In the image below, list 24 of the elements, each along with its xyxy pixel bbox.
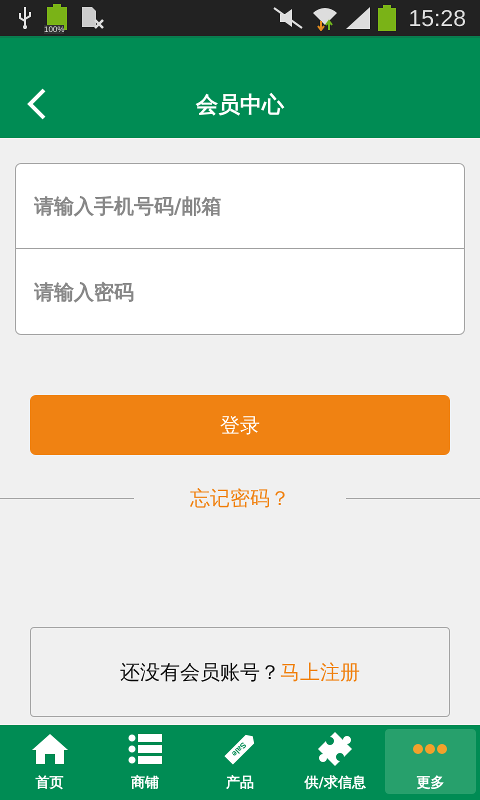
mute-icon (272, 7, 304, 29)
tab-bar-item[interactable]: 更多 (384, 729, 476, 794)
home-icon (30, 733, 69, 765)
page-title: 会员中心 (196, 92, 284, 120)
forgot-password-link[interactable]: 忘记密码？ (190, 484, 290, 512)
usb-icon (18, 7, 32, 29)
account-field[interactable]: 请输入手机号码/邮箱 (15, 163, 465, 249)
register-prompt: 还没有会员账号？ (120, 658, 280, 686)
tab-bar-item[interactable]: 商铺 (99, 729, 190, 794)
sim-card-icon (82, 7, 104, 29)
password-field[interactable]: 请输入密码 (15, 249, 465, 335)
register-link[interactable]: 马上注册 (280, 658, 360, 686)
list-icon (128, 734, 162, 764)
battery-percent: 100% (44, 25, 64, 34)
battery-icon (378, 5, 396, 31)
tab-bar-item[interactable]: Sale 产品 (194, 729, 286, 794)
wifi-icon (312, 5, 338, 31)
login-button[interactable]: 登录 (30, 395, 450, 455)
clock: 15:28 (408, 4, 466, 32)
more-icon (412, 743, 448, 755)
tab-bar-item[interactable]: 供/求信息 (290, 729, 381, 794)
signal-icon (346, 7, 370, 29)
puzzle-icon (317, 731, 354, 767)
tab-bar-item[interactable]: 首页 (4, 729, 96, 794)
